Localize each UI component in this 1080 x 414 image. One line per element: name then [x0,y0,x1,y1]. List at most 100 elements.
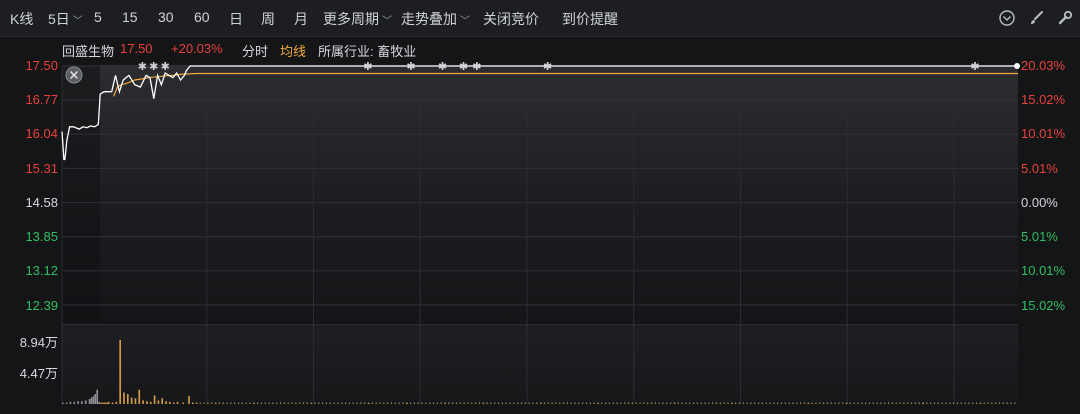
kline-tab[interactable]: K线 [10,9,33,29]
volume-bar [815,402,817,404]
close-overlay-icon[interactable] [65,66,83,84]
volume-bar [444,402,446,404]
event-marker[interactable]: ✱ [138,61,147,73]
volume-bar [956,402,959,404]
volume-bar [463,402,465,404]
volume-bar [666,402,668,404]
volume-bar [807,402,810,404]
period-60[interactable]: 60 [194,9,210,25]
volume-bar [130,397,133,404]
volume-bar [494,402,496,404]
volume-bar [723,402,725,404]
volume-bar [796,402,798,404]
volume-bar [276,402,278,404]
chevron-circle-icon[interactable] [998,9,1016,27]
volume-bar [937,402,939,404]
wrench-icon[interactable] [1056,9,1074,27]
period-month[interactable]: 月 [294,9,308,29]
volume-bar [432,402,435,404]
volume-bar [708,402,710,404]
volume-bar [884,402,886,404]
event-marker[interactable]: ✱ [161,61,170,73]
volume-bar [643,402,645,404]
pct-tick: 15.02% [1021,298,1066,313]
volume-tick: 4.47万 [19,366,58,381]
volume-bar [517,402,519,404]
volume-bar [436,402,438,404]
volume-bar [77,401,79,404]
volume-bar [574,402,576,404]
volume-bar [279,402,282,404]
pct-tick: 10.01% [1021,263,1066,278]
period-week[interactable]: 周 [261,9,275,29]
volume-bar [306,402,308,404]
volume-bar [922,402,924,404]
volume-bar [467,402,469,404]
period-dropdown[interactable]: 5日 ﹀ [48,9,83,29]
volume-bar [582,402,584,404]
volume-bar [1006,402,1008,404]
event-marker[interactable]: ✱ [149,61,158,73]
volume-bar [830,402,832,404]
period-day[interactable]: 日 [229,9,243,29]
volume-bar [387,402,389,404]
chevron-down-icon: ﹀ [72,16,83,27]
volume-bar [102,402,104,404]
volume-bar [398,402,400,404]
pct-tick: 0.00% [1021,195,1058,210]
industry-label: 所属行业: 畜牧业 [318,44,417,59]
period-5[interactable]: 5 [94,9,102,25]
price-alert-button[interactable]: 到价提醒 [562,9,618,29]
event-marker[interactable]: ✱ [970,61,979,73]
volume-bar [845,403,848,404]
pct-tick: 10.01% [1021,126,1066,141]
more-periods-dropdown[interactable]: 更多周期 ﹀ [323,9,392,29]
volume-bar [566,402,568,404]
period-30[interactable]: 30 [158,9,174,25]
volume-bar [314,402,316,404]
price-tick: 16.77 [25,92,58,107]
close-auction-button[interactable]: 关闭竞价 [483,9,539,29]
volume-bar [562,402,565,404]
volume-bar [788,402,790,404]
event-marker[interactable]: ✱ [459,61,468,73]
volume-bar [344,402,347,404]
volume-bar [926,402,928,404]
trend-overlay-dropdown[interactable]: 走势叠加 ﹀ [401,9,470,29]
price-tick: 14.58 [25,195,58,210]
event-markers: ✱ ✱ ✱ ✱ ✱ ✱ ✱ ✱ ✱ ✱ [138,61,980,73]
volume-bar [777,402,779,404]
event-marker[interactable]: ✱ [543,61,552,73]
event-marker[interactable]: ✱ [406,61,415,73]
period-15[interactable]: 15 [122,9,138,25]
volume-bar [673,402,676,404]
volume-bar [413,402,416,404]
volume-bar [616,402,618,404]
volume-bar [689,402,691,404]
event-marker[interactable]: ✱ [363,61,372,73]
chart-toolbar: K线 5日 ﹀ 5 15 30 60 日 周 月 更多周期 ﹀ 走势叠加 ﹀ 关闭竞价… [0,0,1080,37]
volume-bar [597,402,599,404]
volume-bar [761,402,763,404]
volume-bar [65,402,68,404]
trend-overlay-label: 走势叠加 [401,11,457,27]
volume-bar [107,401,110,404]
volume-bar [754,402,756,404]
volume-bars [62,340,1016,404]
volume-bar [165,401,167,404]
volume-bar [425,402,427,404]
volume-bar [735,402,737,404]
volume-bar [983,402,985,404]
brush-icon[interactable] [1028,9,1046,27]
volume-bar [325,402,328,404]
volume-bar [991,402,993,404]
volume-bar [1002,402,1004,404]
volume-bar [490,402,492,404]
event-marker[interactable]: ✱ [472,61,481,73]
volume-bar [115,401,118,404]
volume-bar [972,402,974,404]
volume-bar [501,402,503,404]
event-marker[interactable]: ✱ [438,61,447,73]
volume-bar [383,402,385,404]
volume-bar [960,402,962,404]
